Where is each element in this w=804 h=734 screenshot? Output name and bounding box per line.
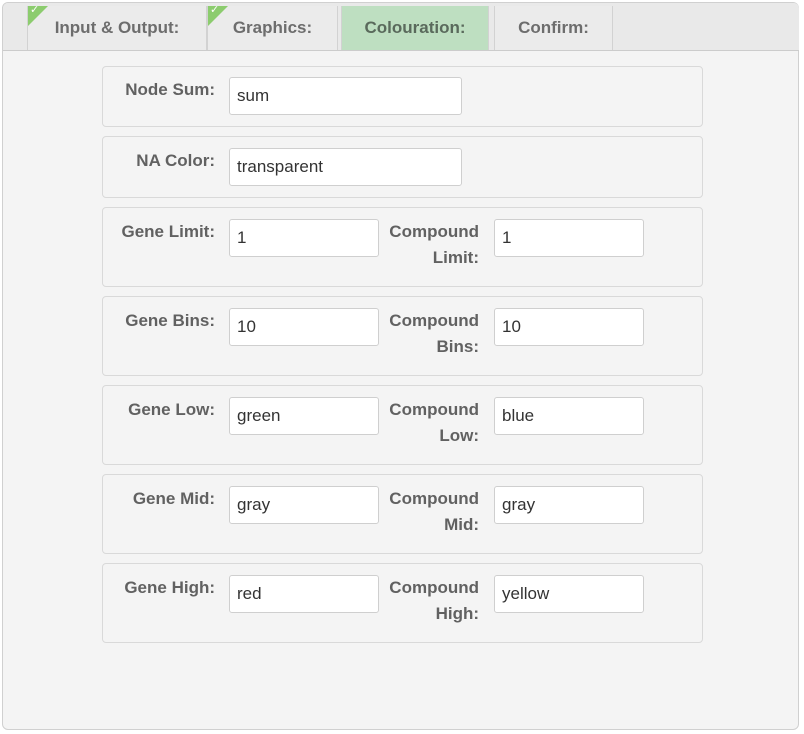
- compound-high-label-line1: Compound: [389, 578, 479, 597]
- gene-limit-input[interactable]: [229, 219, 379, 257]
- node-sum-group: Node Sum:: [102, 66, 703, 127]
- gene-limit-label: Gene Limit:: [121, 222, 215, 241]
- compound-limit-label-line2: Limit:: [432, 248, 479, 267]
- checkmark-icon: ✓: [210, 4, 220, 16]
- na-color-label: NA Color:: [136, 151, 215, 170]
- gene-low-input[interactable]: [229, 397, 379, 435]
- gene-high-label: Gene High:: [124, 578, 215, 597]
- gene-low-label: Gene Low:: [128, 400, 215, 419]
- bins-group: Gene Bins: Compound Bins:: [102, 296, 703, 376]
- na-color-input[interactable]: [229, 148, 462, 186]
- gene-bins-label: Gene Bins:: [125, 311, 215, 330]
- compound-limit-input[interactable]: [494, 219, 644, 257]
- tab-graphics[interactable]: ✓ Graphics:: [207, 4, 338, 50]
- compound-high-label-line2: High:: [435, 604, 479, 623]
- compound-bins-label-line2: Bins:: [436, 337, 480, 356]
- compound-mid-label-line2: Mid:: [444, 515, 479, 534]
- na-color-group: NA Color:: [102, 136, 703, 198]
- gene-high-input[interactable]: [229, 575, 379, 613]
- gene-mid-label: Gene Mid:: [132, 489, 215, 508]
- tab-label: Graphics:: [232, 18, 313, 37]
- high-group: Gene High: Compound High:: [102, 563, 703, 643]
- limit-group: Gene Limit: Compound Limit:: [102, 207, 703, 287]
- node-sum-input[interactable]: [229, 77, 462, 115]
- node-sum-label: Node Sum:: [125, 80, 215, 99]
- compound-mid-input[interactable]: [494, 486, 644, 524]
- wizard-tab-bar: ✓ Input & Output: ✓ Graphics: Colouratio…: [3, 3, 799, 51]
- tab-colouration[interactable]: Colouration:: [341, 6, 489, 50]
- compound-high-input[interactable]: [494, 575, 644, 613]
- compound-limit-label-line1: Compound: [389, 222, 479, 241]
- tab-label: Confirm:: [518, 18, 589, 37]
- compound-low-label-line1: Compound: [389, 400, 479, 419]
- compound-mid-label-line1: Compound: [389, 489, 479, 508]
- compound-low-input[interactable]: [494, 397, 644, 435]
- low-group: Gene Low: Compound Low:: [102, 385, 703, 465]
- gene-mid-input[interactable]: [229, 486, 379, 524]
- checkmark-icon: ✓: [30, 4, 40, 16]
- tab-input-output[interactable]: ✓ Input & Output:: [27, 4, 207, 50]
- compound-bins-label-line1: Compound: [389, 311, 479, 330]
- tab-confirm[interactable]: Confirm:: [494, 6, 613, 50]
- tab-label: Input & Output:: [54, 18, 180, 37]
- gene-bins-input[interactable]: [229, 308, 379, 346]
- compound-bins-input[interactable]: [494, 308, 644, 346]
- tab-label: Colouration:: [364, 18, 466, 37]
- mid-group: Gene Mid: Compound Mid:: [102, 474, 703, 554]
- compound-low-label-line2: Low:: [439, 426, 479, 445]
